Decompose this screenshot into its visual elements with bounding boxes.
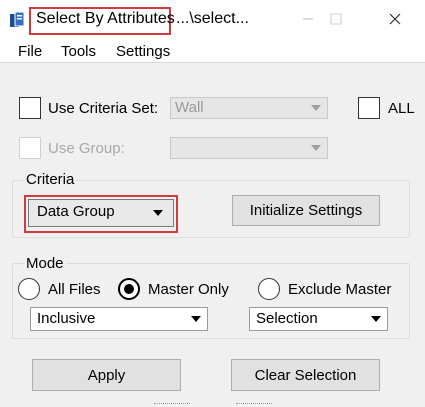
use-group-label: Use Group:	[48, 140, 125, 157]
radio-exclude-master-label: Exclude Master	[288, 281, 392, 298]
radio-master-only-label: Master Only	[148, 281, 229, 298]
maximize-button[interactable]	[313, 0, 359, 38]
criteria-group-title: Criteria	[24, 171, 77, 188]
close-button[interactable]	[372, 0, 418, 38]
menu-tools[interactable]: Tools	[61, 43, 96, 60]
menu-file[interactable]: File	[18, 43, 42, 60]
use-criteria-set-checkbox[interactable]	[19, 97, 41, 119]
radio-all-files-label: All Files	[48, 281, 101, 298]
chevron-down-icon	[311, 145, 321, 151]
resize-grip[interactable]	[154, 403, 190, 405]
initialize-settings-button[interactable]: Initialize Settings	[232, 195, 380, 226]
all-checkbox[interactable]	[358, 97, 380, 119]
inclusion-value: Inclusive	[37, 310, 96, 327]
use-group-checkbox[interactable]	[19, 137, 41, 159]
radio-selected-dot	[124, 284, 134, 294]
app-icon	[9, 11, 25, 29]
clear-selection-button[interactable]: Clear Selection	[231, 359, 380, 391]
radio-master-only[interactable]	[118, 278, 140, 300]
criteria-dropdown-value: Data Group	[37, 203, 115, 220]
group-dropdown[interactable]	[170, 137, 328, 159]
menu-settings[interactable]: Settings	[116, 43, 170, 60]
radio-all-files[interactable]	[18, 278, 40, 300]
chevron-down-icon	[311, 105, 321, 111]
menu-separator	[0, 62, 425, 63]
apply-button[interactable]: Apply	[32, 359, 181, 391]
maximize-icon	[330, 13, 342, 25]
chevron-down-icon	[153, 210, 163, 216]
selection-dropdown[interactable]: Selection	[249, 307, 388, 331]
window-title-path: ...\select...	[176, 10, 249, 27]
chevron-down-icon	[191, 316, 201, 322]
resize-grip[interactable]	[236, 403, 272, 405]
criteria-set-dropdown[interactable]: Wall	[170, 97, 328, 119]
close-icon	[389, 13, 401, 25]
all-label: ALL	[388, 100, 415, 117]
chevron-down-icon	[371, 316, 381, 322]
selection-value: Selection	[256, 310, 318, 327]
inclusion-dropdown[interactable]: Inclusive	[30, 307, 208, 331]
mode-group-title: Mode	[24, 255, 66, 272]
window-title: Select By Attributes	[36, 10, 175, 27]
criteria-dropdown[interactable]: Data Group	[28, 199, 174, 227]
criteria-set-value: Wall	[175, 99, 204, 116]
use-criteria-set-label: Use Criteria Set:	[48, 100, 159, 117]
radio-exclude-master[interactable]	[258, 278, 280, 300]
